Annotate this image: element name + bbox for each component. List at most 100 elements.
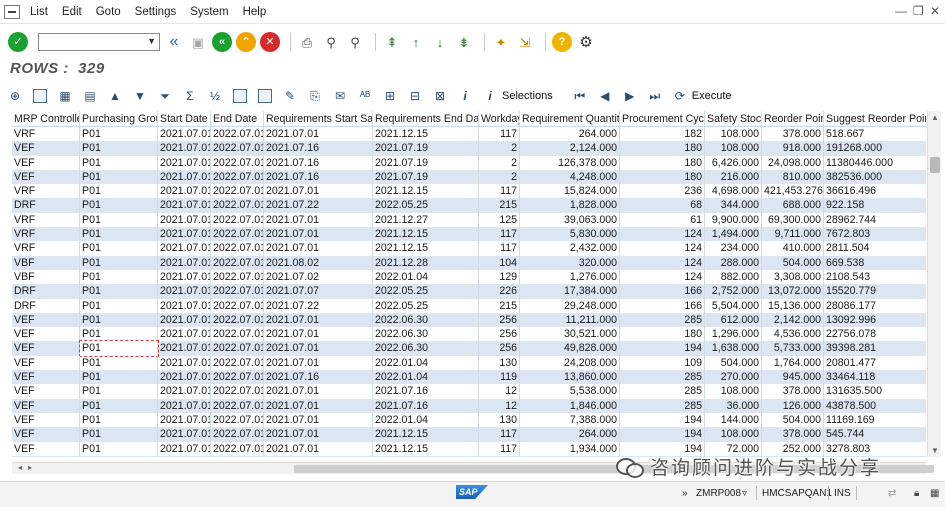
table-cell[interactable]: 2021.07.16 [373, 384, 479, 399]
column-header[interactable]: Workday [479, 111, 520, 126]
table-cell[interactable]: VEF [12, 384, 80, 399]
table-cell[interactable]: 545.744 [824, 427, 926, 441]
table-cell[interactable]: 1,934.000 [520, 441, 620, 456]
table-cell[interactable]: P01 [80, 441, 158, 456]
table-row[interactable]: VEF P01 2021.07.01 2022.07.01 2021.07.01 2022… [12, 355, 926, 371]
menu-settings[interactable]: Settings [135, 6, 177, 18]
previous-page-icon[interactable]: ↑ [406, 32, 426, 52]
table-cell[interactable]: 125 [479, 212, 520, 228]
table-cell[interactable]: 12 [479, 398, 520, 413]
table-cell[interactable]: 2811.504 [824, 241, 926, 255]
table-cell[interactable]: 2021.07.01 [264, 427, 373, 442]
print-icon[interactable]: ⎙ [297, 32, 317, 52]
table-cell[interactable]: 2021.07.22 [264, 198, 373, 213]
subtotal-icon[interactable]: ½ [206, 87, 224, 105]
previous-row-icon[interactable]: ◀ [596, 87, 614, 105]
table-cell[interactable]: 2 [479, 155, 520, 170]
table-cell[interactable]: 236 [620, 184, 705, 199]
table-cell[interactable]: 191268.000 [824, 141, 926, 155]
table-cell[interactable]: 918.000 [762, 141, 824, 156]
table-cell[interactable]: 13,072.000 [762, 284, 824, 299]
table-cell[interactable]: VEF [12, 327, 80, 342]
table-cell[interactable]: 504.000 [762, 412, 824, 428]
word-processing-icon[interactable]: ✎ [281, 87, 299, 105]
table-cell[interactable]: 20801.477 [824, 356, 926, 370]
menu-help[interactable]: Help [243, 6, 267, 18]
table-cell[interactable]: 9,711.000 [762, 227, 824, 242]
table-cell[interactable]: 43878.500 [824, 399, 926, 413]
table-cell[interactable]: 2021.07.01 [158, 227, 211, 242]
table-cell[interactable]: 180 [620, 327, 705, 342]
table-cell[interactable]: 2022.07.01 [211, 184, 264, 199]
table-cell[interactable]: 2021.07.01 [264, 312, 373, 328]
table-cell[interactable]: 612.000 [705, 312, 762, 328]
table-cell[interactable]: 108.000 [705, 427, 762, 442]
table-cell[interactable]: VEF [12, 141, 80, 156]
table-cell[interactable]: 12 [479, 384, 520, 399]
table-cell[interactable]: 270.000 [705, 370, 762, 385]
maximize-icon[interactable]: ❐ [913, 5, 924, 17]
next-page-icon[interactable]: ↓ [430, 32, 450, 52]
table-cell[interactable]: 2,432.000 [520, 241, 620, 256]
table-cell[interactable]: 504.000 [705, 355, 762, 371]
table-cell[interactable]: 2022.07.01 [211, 127, 264, 142]
table-cell[interactable]: 108.000 [705, 384, 762, 399]
table-cell[interactable]: 124 [620, 241, 705, 256]
table-cell[interactable]: 109 [620, 355, 705, 371]
table-cell[interactable]: 320.000 [520, 255, 620, 270]
table-cell[interactable]: DRF [12, 198, 80, 213]
table-cell[interactable]: 2021.07.01 [158, 384, 211, 399]
table-cell[interactable]: 5,733.000 [762, 341, 824, 356]
table-cell[interactable]: 2021.07.01 [158, 370, 211, 385]
table-cell[interactable]: 2022.07.01 [211, 284, 264, 299]
table-cell[interactable]: 215 [479, 298, 520, 313]
table-cell[interactable]: 2021.12.15 [373, 227, 479, 242]
table-cell[interactable]: 2021.07.01 [158, 427, 211, 442]
column-header[interactable]: Requirements End Date [373, 111, 479, 126]
table-cell[interactable]: 144.000 [705, 412, 762, 428]
table-cell[interactable]: 2022.07.01 [211, 141, 264, 156]
column-header[interactable]: Requirement Quantity [520, 111, 620, 126]
scroll-left-right-icon[interactable]: ◂▸ [18, 463, 38, 472]
table-row[interactable]: VBF P01 2021.07.01 2022.07.01 2021.07.02 2022… [12, 269, 926, 285]
table-cell[interactable]: 669.538 [824, 256, 926, 270]
table-row[interactable]: VBF P01 2021.07.01 2022.07.01 2021.08.02 2021… [12, 255, 926, 270]
table-cell[interactable]: P01 [80, 169, 158, 185]
table-cell[interactable]: 2021.07.01 [158, 169, 211, 185]
table-cell[interactable]: 2021.07.02 [264, 269, 373, 285]
table-row[interactable]: VRFP012021.07.012022.07.012021.07.012021… [12, 212, 926, 228]
table-cell[interactable]: 2022.07.01 [211, 427, 264, 442]
table-cell[interactable]: 2022.05.25 [373, 198, 479, 213]
table-cell[interactable]: 2021.07.01 [158, 127, 211, 142]
enter-icon[interactable]: ✓ [8, 32, 28, 52]
menu-system[interactable]: System [190, 6, 228, 18]
table-cell[interactable]: 2021.07.01 [158, 412, 211, 428]
status-layout-icon[interactable]: ▦ [930, 488, 939, 499]
table-cell[interactable]: 2022.07.01 [211, 398, 264, 413]
save-layout-icon[interactable]: ⊠ [431, 87, 449, 105]
table-cell[interactable]: 7,388.000 [520, 412, 620, 428]
table-cell[interactable]: 2022.07.01 [211, 312, 264, 328]
table-cell[interactable]: 24,098.000 [762, 155, 824, 170]
filter-icon[interactable]: ⏷ [156, 87, 174, 105]
table-cell[interactable]: 2021.07.01 [158, 198, 211, 213]
table-cell[interactable]: 518.667 [824, 127, 926, 141]
table-cell[interactable]: 15520.779 [824, 284, 926, 298]
table-cell[interactable]: DRF [12, 298, 80, 313]
table-cell[interactable]: 124 [620, 227, 705, 242]
table-cell[interactable]: 2021.07.01 [264, 355, 373, 371]
table-cell[interactable]: 2021.07.01 [158, 341, 211, 356]
table-cell[interactable]: 2021.07.22 [264, 298, 373, 313]
table-cell[interactable]: 945.000 [762, 370, 824, 385]
table-cell[interactable]: 194 [620, 412, 705, 428]
table-cell[interactable]: 5,538.000 [520, 384, 620, 399]
column-header[interactable]: Reorder Point [762, 111, 824, 126]
table-cell[interactable]: 30,521.000 [520, 327, 620, 342]
table-cell[interactable]: 922.158 [824, 198, 926, 212]
table-cell[interactable]: 215 [479, 198, 520, 213]
table-cell[interactable]: 117 [479, 441, 520, 456]
collapse-icon[interactable]: « [164, 32, 184, 52]
table-row[interactable]: VRFP012021.07.012022.07.012021.07.012021… [12, 227, 926, 242]
table-row[interactable]: VEF P01 2021.07.01 2022.07.01 2021.07.01 2021… [12, 427, 926, 442]
table-cell[interactable]: 117 [479, 127, 520, 142]
